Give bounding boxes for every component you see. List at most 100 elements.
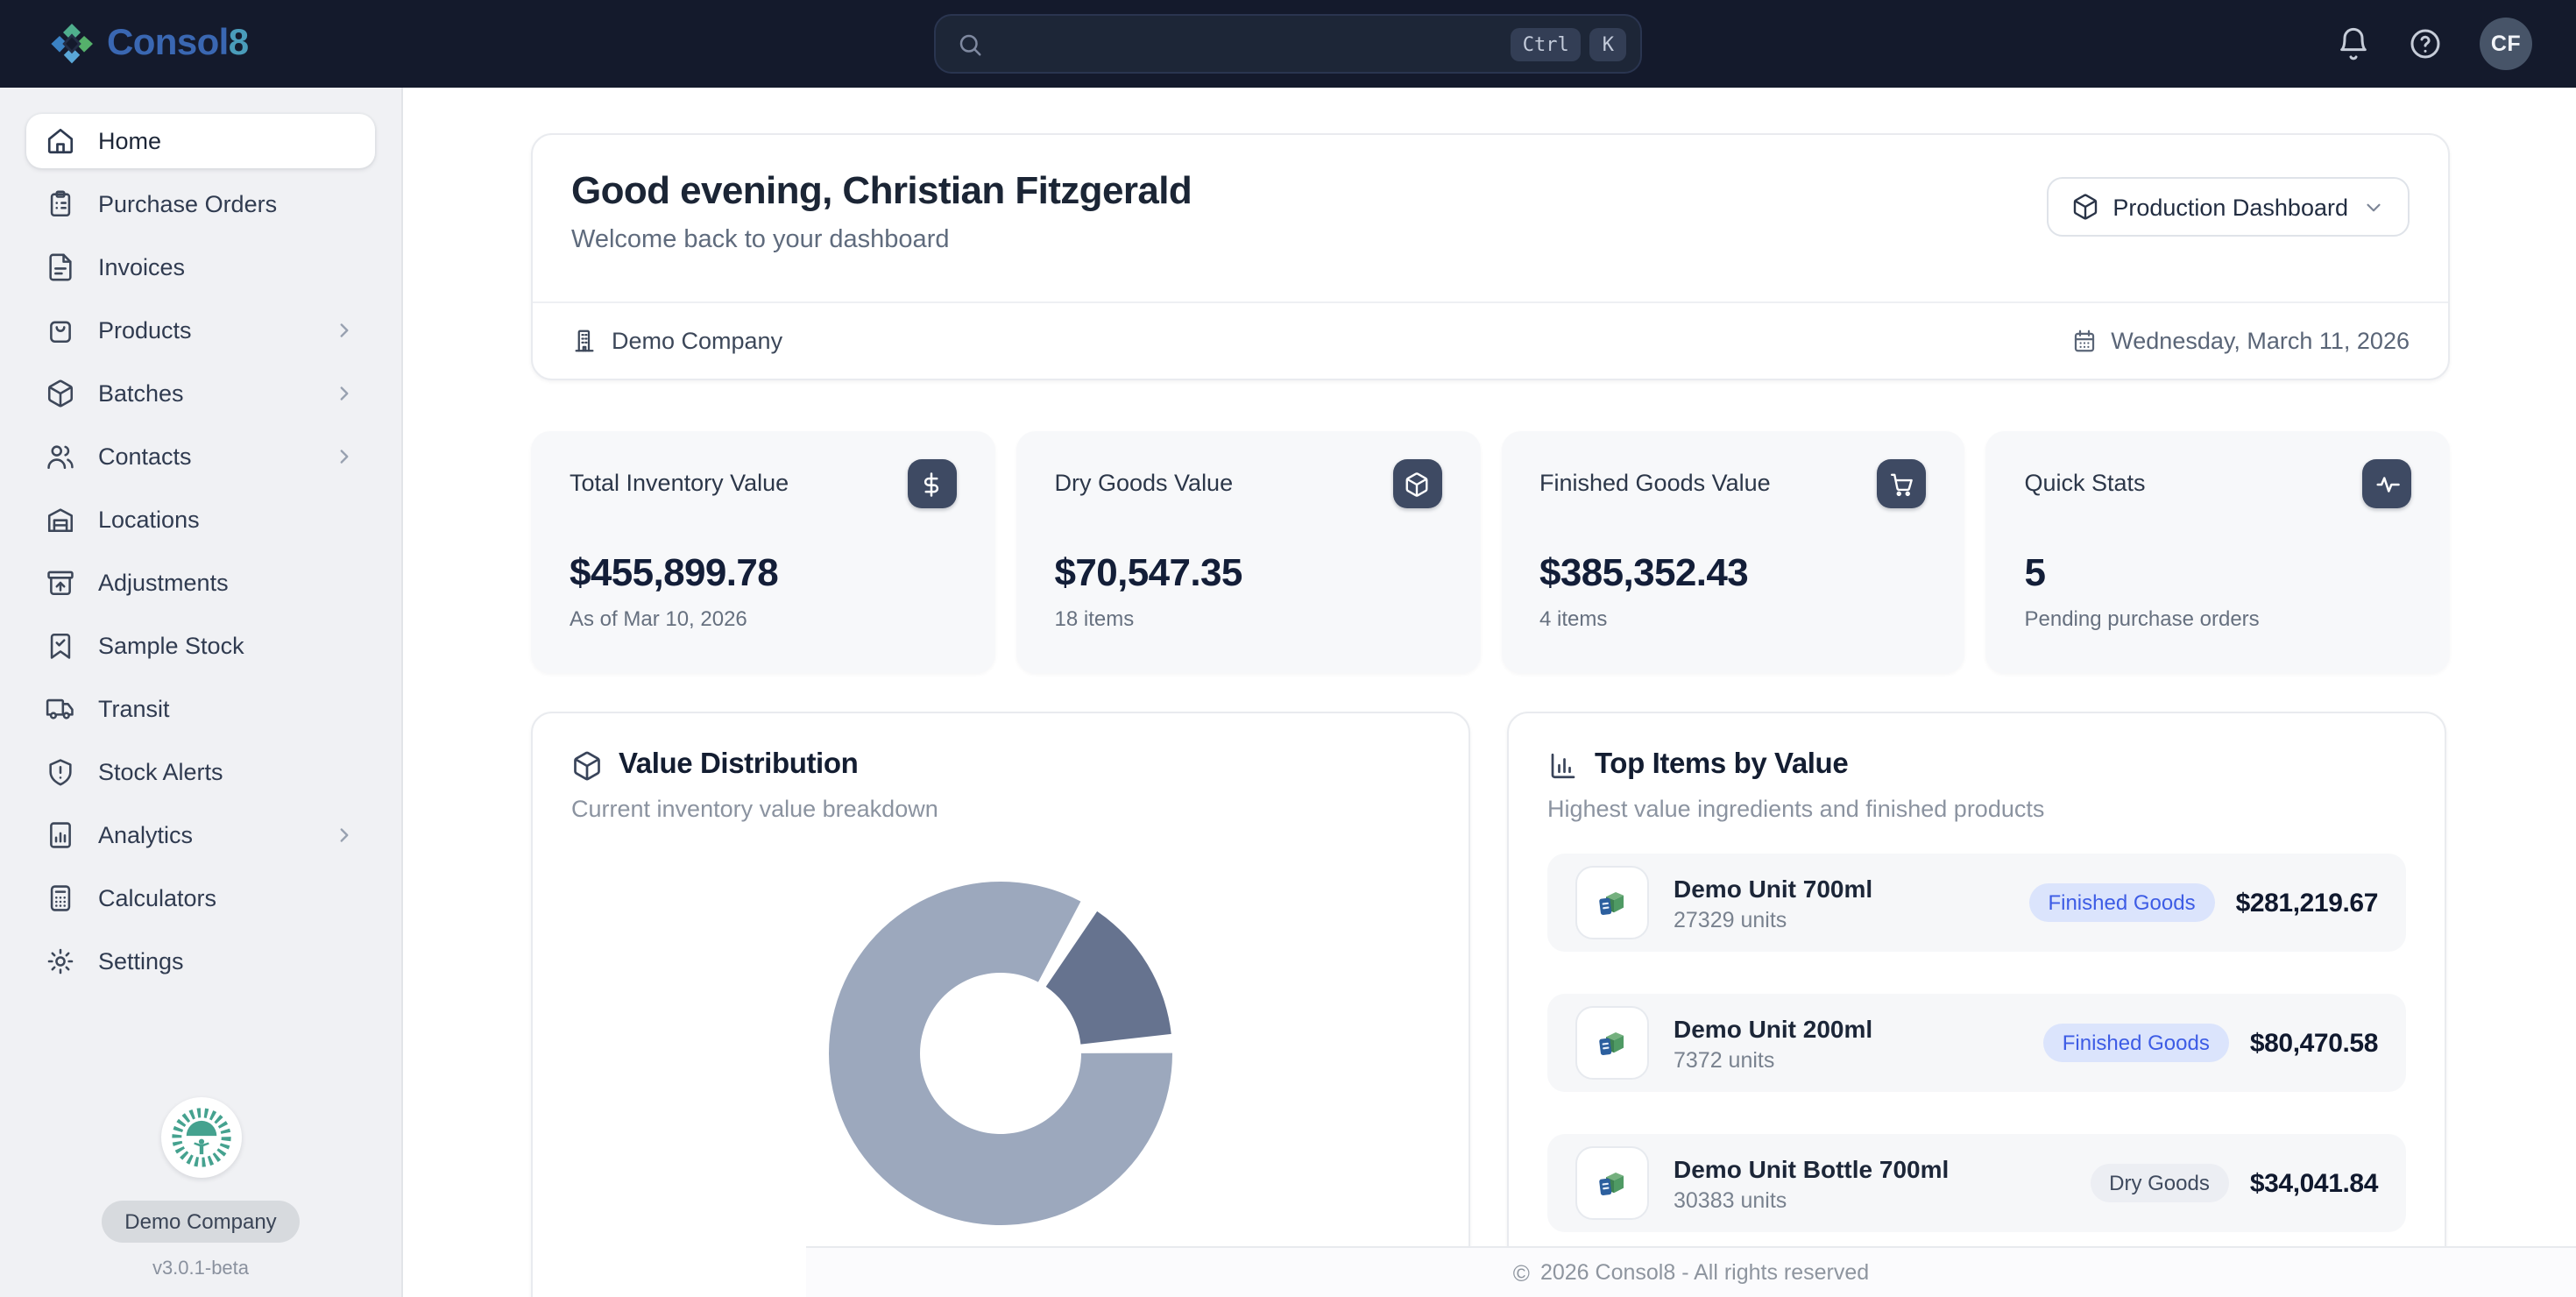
app-root: Consol8 Ctrl K CF <box>0 0 2576 1297</box>
org-name-pill[interactable]: Demo Company <box>102 1201 299 1243</box>
stat-value: $455,899.78 <box>570 550 957 596</box>
sidebar-item-calculators[interactable]: Calculators <box>26 871 375 925</box>
sidebar-item-locations[interactable]: Locations <box>26 493 375 547</box>
building-icon <box>571 328 598 354</box>
sidebar-item-label: Transit <box>98 696 170 722</box>
item-name: Demo Unit 200ml <box>1674 1014 1872 1042</box>
cart-icon <box>1878 459 1927 508</box>
org-logo <box>160 1097 241 1178</box>
sunburst-icon <box>166 1102 236 1173</box>
app-version: v3.0.1-beta <box>152 1258 249 1279</box>
company-name: Demo Company <box>612 328 782 354</box>
package-icon <box>571 749 603 781</box>
item-value: $34,041.84 <box>2250 1168 2378 1198</box>
truck-icon <box>46 694 75 724</box>
sidebar-item-label: Locations <box>98 507 200 533</box>
brand-cubes-icon <box>49 21 95 67</box>
global-search[interactable]: Ctrl K <box>934 14 1642 74</box>
stats-row: Total Inventory Value $455,899.78 As of … <box>531 431 2450 673</box>
package-icon <box>46 379 75 408</box>
stat-title: Total Inventory Value <box>570 431 957 496</box>
product-box-icon <box>1575 1006 1649 1080</box>
stat-value: $385,352.43 <box>1539 550 1927 596</box>
stat-title: Quick Stats <box>2025 431 2412 496</box>
sidebar-item-label: Stock Alerts <box>98 759 223 785</box>
sidebar-footer: Demo Company v3.0.1-beta <box>0 1097 401 1279</box>
product-box-icon <box>1575 866 1649 939</box>
top-items-list: Demo Unit 700ml 27329 units Finished Goo… <box>1547 854 2406 1232</box>
stat-card-total-inventory: Total Inventory Value $455,899.78 As of … <box>531 431 995 673</box>
sidebar-item-label: Settings <box>98 948 184 975</box>
notifications-bell-icon[interactable] <box>2336 26 2371 61</box>
sidebar-item-label: Purchase Orders <box>98 191 277 217</box>
stat-caption: 18 items <box>1055 606 1442 631</box>
search-icon <box>957 31 983 57</box>
package-icon <box>1392 459 1441 508</box>
stat-caption: Pending purchase orders <box>2025 606 2412 631</box>
page-footer: © 2026 Consol8 - All rights reserved <box>806 1246 2576 1297</box>
bar-chart-icon <box>1547 749 1579 781</box>
sidebar-item-batches[interactable]: Batches <box>26 366 375 421</box>
clipboard-list-icon <box>46 189 75 219</box>
calendar-icon <box>2070 328 2097 354</box>
stat-caption: 4 items <box>1539 606 1927 631</box>
kbd-k: K <box>1590 27 1626 60</box>
copyright-icon: © <box>1513 1261 1530 1284</box>
sidebar-item-settings[interactable]: Settings <box>26 934 375 989</box>
file-text-icon <box>46 252 75 282</box>
chevron-right-icon <box>333 824 356 847</box>
sidebar: Home Purchase Orders Invoices Products B… <box>0 88 403 1297</box>
top-items-title: Top Items by Value <box>1595 748 1848 782</box>
date-meta: Wednesday, March 11, 2026 <box>2070 328 2410 354</box>
item-name: Demo Unit 700ml <box>1674 874 1872 902</box>
sidebar-item-contacts[interactable]: Contacts <box>26 429 375 484</box>
stat-caption: As of Mar 10, 2026 <box>570 606 957 631</box>
category-badge: Finished Goods <box>2043 1024 2229 1062</box>
footer-text: 2026 Consol8 - All rights reserved <box>1540 1260 1869 1285</box>
list-item[interactable]: Demo Unit 200ml 7372 units Finished Good… <box>1547 994 2406 1092</box>
brand-name: Consol8 <box>107 23 249 65</box>
sidebar-item-stock-alerts[interactable]: Stock Alerts <box>26 745 375 799</box>
value-distribution-title: Value Distribution <box>619 748 858 782</box>
sidebar-item-label: Analytics <box>98 822 193 848</box>
sidebar-item-label: Calculators <box>98 885 216 911</box>
sidebar-item-purchase-orders[interactable]: Purchase Orders <box>26 177 375 231</box>
stat-title: Dry Goods Value <box>1055 431 1442 496</box>
item-value: $80,470.58 <box>2250 1028 2378 1058</box>
stat-card-dry-goods: Dry Goods Value $70,547.35 18 items <box>1016 431 1481 673</box>
warehouse-icon <box>46 505 75 535</box>
dashboard-selector[interactable]: Production Dashboard <box>2046 177 2410 237</box>
sidebar-item-sample-stock[interactable]: Sample Stock <box>26 619 375 673</box>
sidebar-item-label: Sample Stock <box>98 633 244 659</box>
sidebar-item-products[interactable]: Products <box>26 303 375 358</box>
list-item[interactable]: Demo Unit 700ml 27329 units Finished Goo… <box>1547 854 2406 952</box>
shopping-bag-icon <box>46 315 75 345</box>
sidebar-item-label: Adjustments <box>98 570 229 596</box>
activity-icon <box>2362 459 2411 508</box>
home-icon <box>46 126 75 156</box>
value-distribution-card: Value Distribution Current inventory val… <box>531 712 1470 1297</box>
sidebar-item-analytics[interactable]: Analytics <box>26 808 375 862</box>
help-icon[interactable] <box>2408 26 2443 61</box>
chevron-down-icon <box>2362 195 2385 218</box>
company-meta: Demo Company <box>571 328 782 354</box>
current-date: Wednesday, March 11, 2026 <box>2111 328 2410 354</box>
item-units: 30383 units <box>1674 1187 1949 1212</box>
list-item[interactable]: Demo Unit Bottle 700ml 30383 units Dry G… <box>1547 1134 2406 1232</box>
sidebar-item-label: Contacts <box>98 443 192 470</box>
product-box-icon <box>1575 1146 1649 1220</box>
user-avatar[interactable]: CF <box>2480 18 2532 70</box>
category-badge: Dry Goods <box>2090 1164 2229 1202</box>
sidebar-item-home[interactable]: Home <box>26 114 375 168</box>
sidebar-item-transit[interactable]: Transit <box>26 682 375 736</box>
users-icon <box>46 442 75 471</box>
topbar-actions: CF <box>2336 18 2576 70</box>
sidebar-item-label: Invoices <box>98 254 185 280</box>
brand-logo[interactable]: Consol8 <box>0 21 249 67</box>
sidebar-item-label: Products <box>98 317 192 344</box>
search-input[interactable] <box>999 29 1511 59</box>
bookmark-check-icon <box>46 631 75 661</box>
sidebar-item-adjustments[interactable]: Adjustments <box>26 556 375 610</box>
archive-up-icon <box>46 568 75 598</box>
sidebar-item-invoices[interactable]: Invoices <box>26 240 375 294</box>
